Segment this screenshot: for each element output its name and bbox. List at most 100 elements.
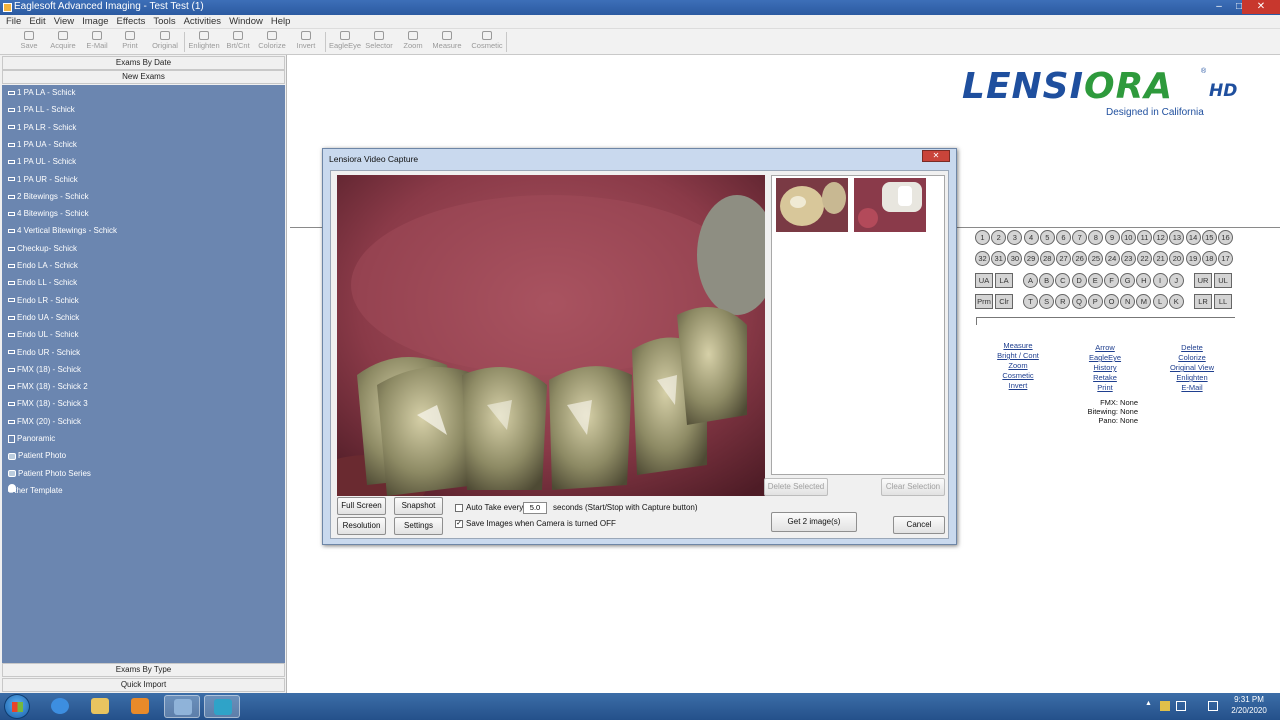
clear-selection-button[interactable]: Clear Selection	[881, 478, 945, 496]
tooth-button[interactable]: 6	[1056, 230, 1071, 245]
invert-tool-button[interactable]: Invert	[289, 31, 323, 53]
original-tool-button[interactable]: Original	[148, 31, 182, 53]
action-link-history[interactable]: History	[1075, 363, 1135, 373]
tooth-button[interactable]: 14	[1185, 230, 1201, 245]
menu-effects[interactable]: Effects	[113, 15, 150, 28]
exam-item[interactable]: 4 Bitewings - Schick	[8, 207, 89, 221]
measure-tool-button[interactable]: Measure	[430, 31, 464, 53]
tooth-button[interactable]: 8	[1088, 230, 1104, 245]
tooth-button[interactable]: 12	[1153, 230, 1169, 245]
auto-take-interval-spinner[interactable]: 5.0	[523, 502, 547, 514]
email-tool-button[interactable]: E-Mail	[80, 31, 114, 53]
new-exams-header[interactable]: New Exams	[2, 70, 285, 84]
exam-item[interactable]: Checkup- Schick	[8, 242, 77, 256]
action-link-delete[interactable]: Delete	[1162, 343, 1222, 353]
tooth-button[interactable]: D	[1071, 273, 1087, 288]
start-button[interactable]	[4, 694, 30, 719]
tooth-button[interactable]: 20	[1169, 251, 1185, 266]
tooth-button[interactable]: 9	[1104, 230, 1120, 245]
menu-file[interactable]: File	[2, 15, 25, 28]
cosmetic-tool-button[interactable]: Cosmetic	[470, 31, 504, 53]
tooth-button[interactable]: 17	[1218, 251, 1233, 266]
captured-image-thumbnail[interactable]	[776, 178, 848, 232]
enlighten-tool-button[interactable]: Enlighten	[187, 31, 221, 53]
acquire-tool-button[interactable]: Acquire	[46, 31, 80, 53]
action-link-bright-cont[interactable]: Bright / Cont	[988, 351, 1048, 361]
tooth-button[interactable]: N	[1120, 294, 1136, 309]
exam-item[interactable]: 1 PA LA - Schick	[8, 86, 76, 100]
volume-icon[interactable]	[1176, 701, 1186, 711]
tooth-button[interactable]: 27	[1056, 251, 1071, 266]
action-link-e-mail[interactable]: E-Mail	[1162, 383, 1222, 393]
action-link-eagleeye[interactable]: EagleEye	[1075, 353, 1135, 363]
menu-activities[interactable]: Activities	[180, 15, 225, 28]
quadrant-button[interactable]: UA	[975, 273, 993, 288]
tooth-button[interactable]: 25	[1088, 251, 1104, 266]
tray-app-icon[interactable]	[1160, 701, 1170, 711]
action-link-zoom[interactable]: Zoom	[988, 361, 1048, 371]
zoom-tool-button[interactable]: Zoom	[396, 31, 430, 53]
tooth-button[interactable]: Q	[1071, 294, 1087, 309]
tooth-button[interactable]: 10	[1120, 230, 1136, 245]
tooth-button[interactable]: 13	[1169, 230, 1185, 245]
tooth-button[interactable]: I	[1152, 273, 1168, 288]
exam-item[interactable]: Endo UA - Schick	[8, 311, 79, 325]
exam-item[interactable]: FMX (18) - Schick 2	[8, 380, 88, 394]
tooth-button[interactable]: 22	[1137, 251, 1152, 266]
action-link-invert[interactable]: Invert	[988, 381, 1048, 391]
menu-tools[interactable]: Tools	[149, 15, 179, 28]
exam-item[interactable]: Patient Photo	[8, 449, 66, 463]
exam-item[interactable]: Endo LR - Schick	[8, 294, 79, 308]
selector-tool-button[interactable]: Selector	[362, 31, 396, 53]
action-link-cosmetic[interactable]: Cosmetic	[988, 371, 1048, 381]
quadrant-button[interactable]: LR	[1194, 294, 1212, 309]
menu-window[interactable]: Window	[225, 15, 267, 28]
exam-item[interactable]: 1 PA UA - Schick	[8, 138, 77, 152]
save-tool-button[interactable]: Save	[12, 31, 46, 53]
show-hidden-icons-button[interactable]: ▲	[1145, 700, 1155, 710]
tooth-button[interactable]: F	[1104, 273, 1119, 288]
tooth-button[interactable]: 5	[1039, 230, 1055, 245]
tooth-button[interactable]: 28	[1039, 251, 1055, 266]
tooth-button[interactable]: P	[1087, 294, 1103, 309]
exam-item[interactable]: 1 PA LL - Schick	[8, 103, 75, 117]
cancel-button[interactable]: Cancel	[893, 516, 945, 534]
quadrant-button[interactable]: UL	[1214, 273, 1232, 288]
quadrant-button[interactable]: Prm	[975, 294, 993, 309]
print-tool-button[interactable]: Print	[113, 31, 147, 53]
exam-item[interactable]: 2 Bitewings - Schick	[8, 190, 89, 204]
tooth-button[interactable]: K	[1168, 294, 1184, 309]
eagleeye-tool-button[interactable]: EagleEye	[328, 31, 362, 53]
brightness-tool-button[interactable]: Brt/Cnt	[221, 31, 255, 53]
exam-item[interactable]: Other Template	[8, 483, 63, 498]
network-icon[interactable]	[1208, 701, 1218, 711]
menu-edit[interactable]: Edit	[25, 15, 49, 28]
captured-image-thumbnail[interactable]	[854, 178, 926, 232]
action-link-colorize[interactable]: Colorize	[1162, 353, 1222, 363]
tooth-button[interactable]: 32	[975, 251, 990, 266]
dialog-close-button[interactable]: ✕	[922, 150, 950, 162]
live-video-preview[interactable]	[337, 175, 765, 496]
tooth-button[interactable]: 23	[1120, 251, 1136, 266]
tooth-button[interactable]: B	[1039, 273, 1055, 288]
tooth-button[interactable]: 31	[991, 251, 1007, 266]
close-button[interactable]: ✕	[1242, 0, 1280, 14]
clock-date[interactable]: 2/20/2020	[1224, 706, 1274, 715]
tooth-button[interactable]: J	[1168, 273, 1184, 288]
tooth-button[interactable]: 7	[1072, 230, 1088, 245]
tooth-button[interactable]: 15	[1201, 230, 1217, 245]
exam-item[interactable]: 1 PA UR - Schick	[8, 173, 78, 187]
colorize-tool-button[interactable]: Colorize	[255, 31, 289, 53]
exams-by-type-header[interactable]: Exams By Type	[2, 663, 285, 677]
quick-import-header[interactable]: Quick Import	[2, 678, 285, 692]
exam-item[interactable]: Endo UL - Schick	[8, 328, 79, 342]
tooth-button[interactable]: O	[1104, 294, 1119, 309]
menu-help[interactable]: Help	[267, 15, 295, 28]
tooth-button[interactable]: 24	[1104, 251, 1120, 266]
settings-button[interactable]: Settings	[394, 517, 443, 535]
tooth-button[interactable]: G	[1120, 273, 1136, 288]
full-screen-button[interactable]: Full Screen	[337, 497, 386, 515]
exam-item[interactable]: 4 Vertical Bitewings - Schick	[8, 224, 117, 238]
exam-item[interactable]: Endo UR - Schick	[8, 346, 80, 360]
action-link-arrow[interactable]: Arrow	[1075, 343, 1135, 353]
